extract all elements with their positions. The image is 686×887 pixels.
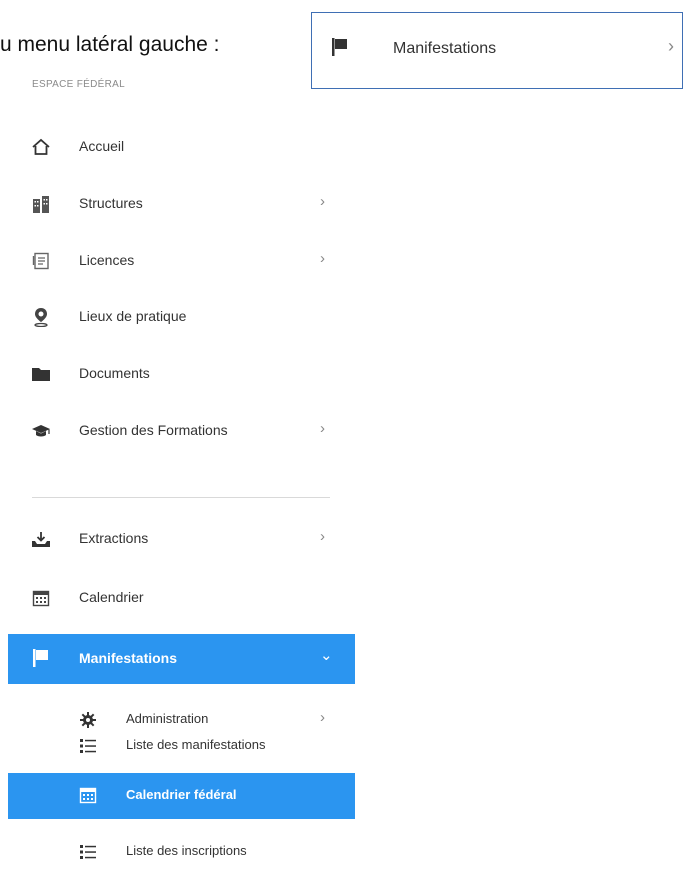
sidebar-item-label: Documents — [79, 365, 150, 381]
list-icon — [77, 736, 99, 756]
sidebar-item-structures[interactable]: Structures › — [0, 184, 355, 224]
sidebar-subitem-label: Liste des manifestations — [126, 737, 266, 752]
callout-menu-item: Manifestations › — [311, 12, 683, 89]
chevron-down-icon: ⌄ — [320, 647, 333, 664]
license-card-icon — [30, 251, 52, 271]
flag-icon — [331, 37, 349, 62]
chevron-right-icon: › — [320, 250, 325, 267]
folder-icon — [30, 364, 52, 384]
sidebar-item-accueil[interactable]: Accueil — [0, 127, 355, 167]
sidebar-item-label: Gestion des Formations — [79, 422, 228, 438]
sidebar-item-label: Manifestations — [79, 650, 178, 666]
sidebar-item-label: Licences — [79, 252, 135, 268]
section-header: ESPACE FÉDÉRAL — [32, 79, 125, 90]
list-icon — [77, 842, 99, 862]
flag-icon — [30, 648, 52, 668]
sidebar-subitem-label: Administration — [126, 711, 209, 726]
sidebar-item-lieux-de-pratique[interactable]: Lieux de pratique — [0, 297, 355, 337]
sidebar-subitem-calendrier-federal[interactable]: Calendrier fédéral — [8, 773, 355, 819]
calendar-icon — [77, 785, 99, 805]
sidebar-item-calendrier[interactable]: Calendrier — [0, 578, 355, 618]
chevron-right-icon: › — [320, 420, 325, 437]
sidebar-item-label: Lieux de pratique — [79, 308, 187, 324]
sidebar-item-manifestations[interactable]: Manifestations ⌄ — [8, 634, 355, 684]
graduation-cap-icon — [30, 421, 52, 441]
calendar-icon — [30, 588, 52, 608]
download-tray-icon — [30, 529, 52, 549]
chevron-right-icon: › — [320, 528, 325, 545]
sidebar-item-licences[interactable]: Licences › — [0, 241, 355, 281]
sidebar-divider — [32, 497, 330, 498]
buildings-icon — [30, 194, 52, 214]
sidebar-item-label: Calendrier — [79, 589, 144, 605]
sidebar-item-extractions[interactable]: Extractions › — [0, 519, 355, 559]
location-pin-icon — [30, 307, 52, 327]
intro-text: u menu latéral gauche : — [0, 33, 220, 56]
chevron-right-icon: › — [668, 36, 674, 56]
home-icon — [30, 137, 52, 157]
sidebar-item-label: Structures — [79, 195, 143, 211]
chevron-right-icon: › — [320, 709, 325, 726]
sidebar-subitem-label: Calendrier fédéral — [126, 787, 237, 802]
sidebar-subitem-label: Liste des inscriptions — [126, 843, 247, 858]
sidebar-subitem-liste-des-manifestations[interactable]: Liste des manifestations — [0, 726, 355, 766]
sidebar-item-gestion-des-formations[interactable]: Gestion des Formations › — [0, 411, 355, 451]
chevron-right-icon: › — [320, 193, 325, 210]
sidebar-subitem-liste-des-inscriptions[interactable]: Liste des inscriptions — [0, 832, 355, 872]
sidebar-item-documents[interactable]: Documents — [0, 354, 355, 394]
sidebar-item-label: Accueil — [79, 138, 125, 154]
sidebar-item-label: Extractions — [79, 530, 149, 546]
callout-label: Manifestations — [393, 40, 497, 57]
